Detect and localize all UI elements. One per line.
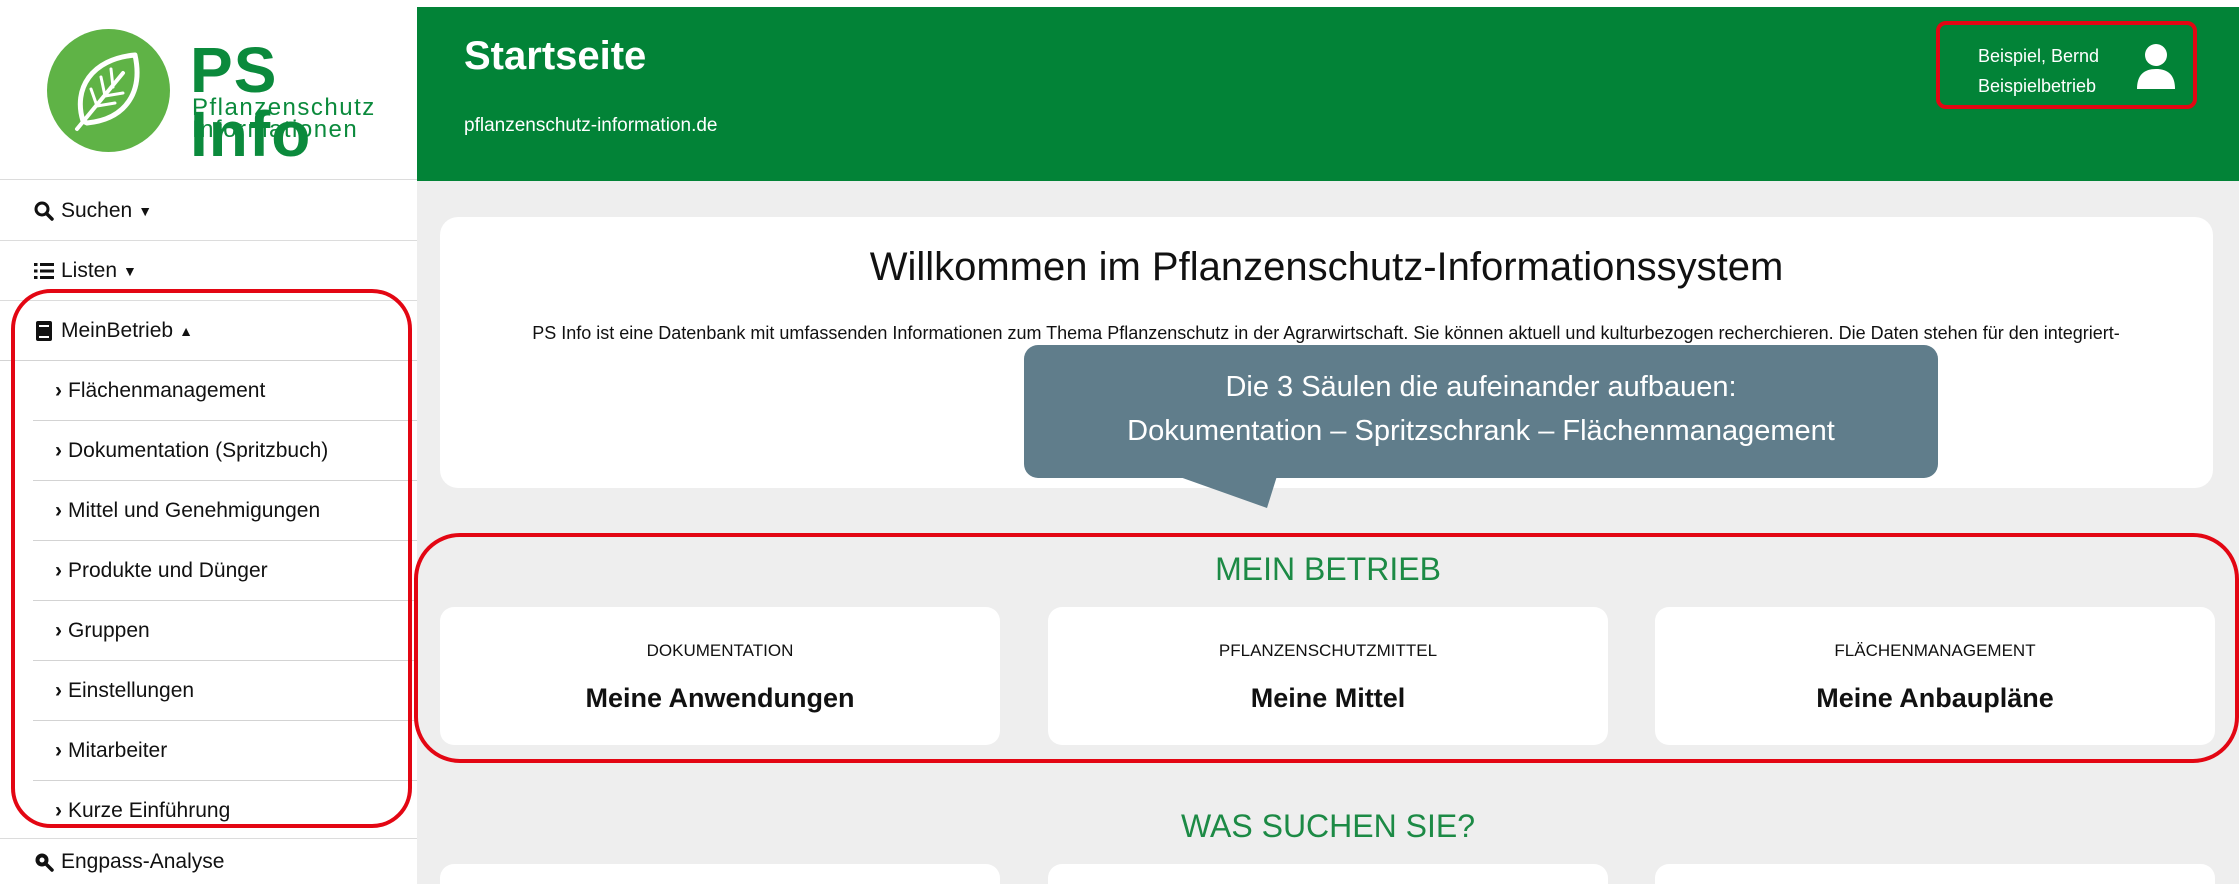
page-title: Startseite: [464, 34, 647, 78]
was-suchen-heading: WAS SUCHEN SIE?: [1181, 808, 1475, 844]
nav-suchen-label: Suchen: [61, 198, 133, 222]
chevron-down-icon: ▼: [138, 202, 153, 219]
search-card[interactable]: [1048, 864, 1608, 884]
user-icon: [2136, 43, 2176, 96]
logo-subtitle: Pflanzenschutz Informationen: [192, 96, 376, 143]
logo[interactable]: PS Info Pflanzenschutz Informationen: [0, 0, 417, 180]
nav-suchen[interactable]: Suchen ▼: [0, 181, 417, 241]
callout-line2: Dokumentation – Spritzschrank – Flächenm…: [1127, 415, 1835, 447]
search-card[interactable]: [1655, 864, 2215, 884]
chevron-down-icon: ▼: [123, 262, 137, 279]
annotation-mein-betrieb-highlight: [414, 533, 2239, 763]
welcome-title: Willkommen im Pflanzenschutz-Information…: [869, 245, 1784, 289]
user-company: Beispielbetrieb: [1978, 76, 2097, 96]
user-name: Beispiel, Bernd: [1978, 46, 2100, 66]
site-url[interactable]: pflanzenschutz-information.de: [464, 115, 717, 137]
magnifier-icon: [33, 851, 55, 873]
nav-engpass-label: Engpass-Analyse: [61, 849, 225, 873]
annotation-sidebar-highlight: [11, 289, 412, 828]
list-icon: [33, 260, 55, 282]
leaf-logo-icon: [47, 29, 170, 152]
user-info: Beispiel, Bernd Beispielbetrieb: [1978, 41, 2099, 101]
user-menu[interactable]: Beispiel, Bernd Beispielbetrieb: [1936, 21, 2197, 109]
search-card[interactable]: [440, 864, 1000, 884]
nav-listen-label: Listen: [61, 258, 118, 282]
nav-engpass-analyse[interactable]: Engpass-Analyse: [0, 838, 417, 884]
page-header: Startseite pflanzenschutz-information.de…: [417, 7, 2239, 181]
callout-tail: [1177, 476, 1277, 508]
search-icon: [33, 200, 55, 222]
callout-tooltip: Die 3 Säulen die aufeinander aufbauen: D…: [1024, 345, 1938, 478]
callout-line1: Die 3 Säulen die aufeinander aufbauen:: [1225, 371, 1737, 403]
logo-subtitle-line2: Informationen: [192, 116, 359, 143]
